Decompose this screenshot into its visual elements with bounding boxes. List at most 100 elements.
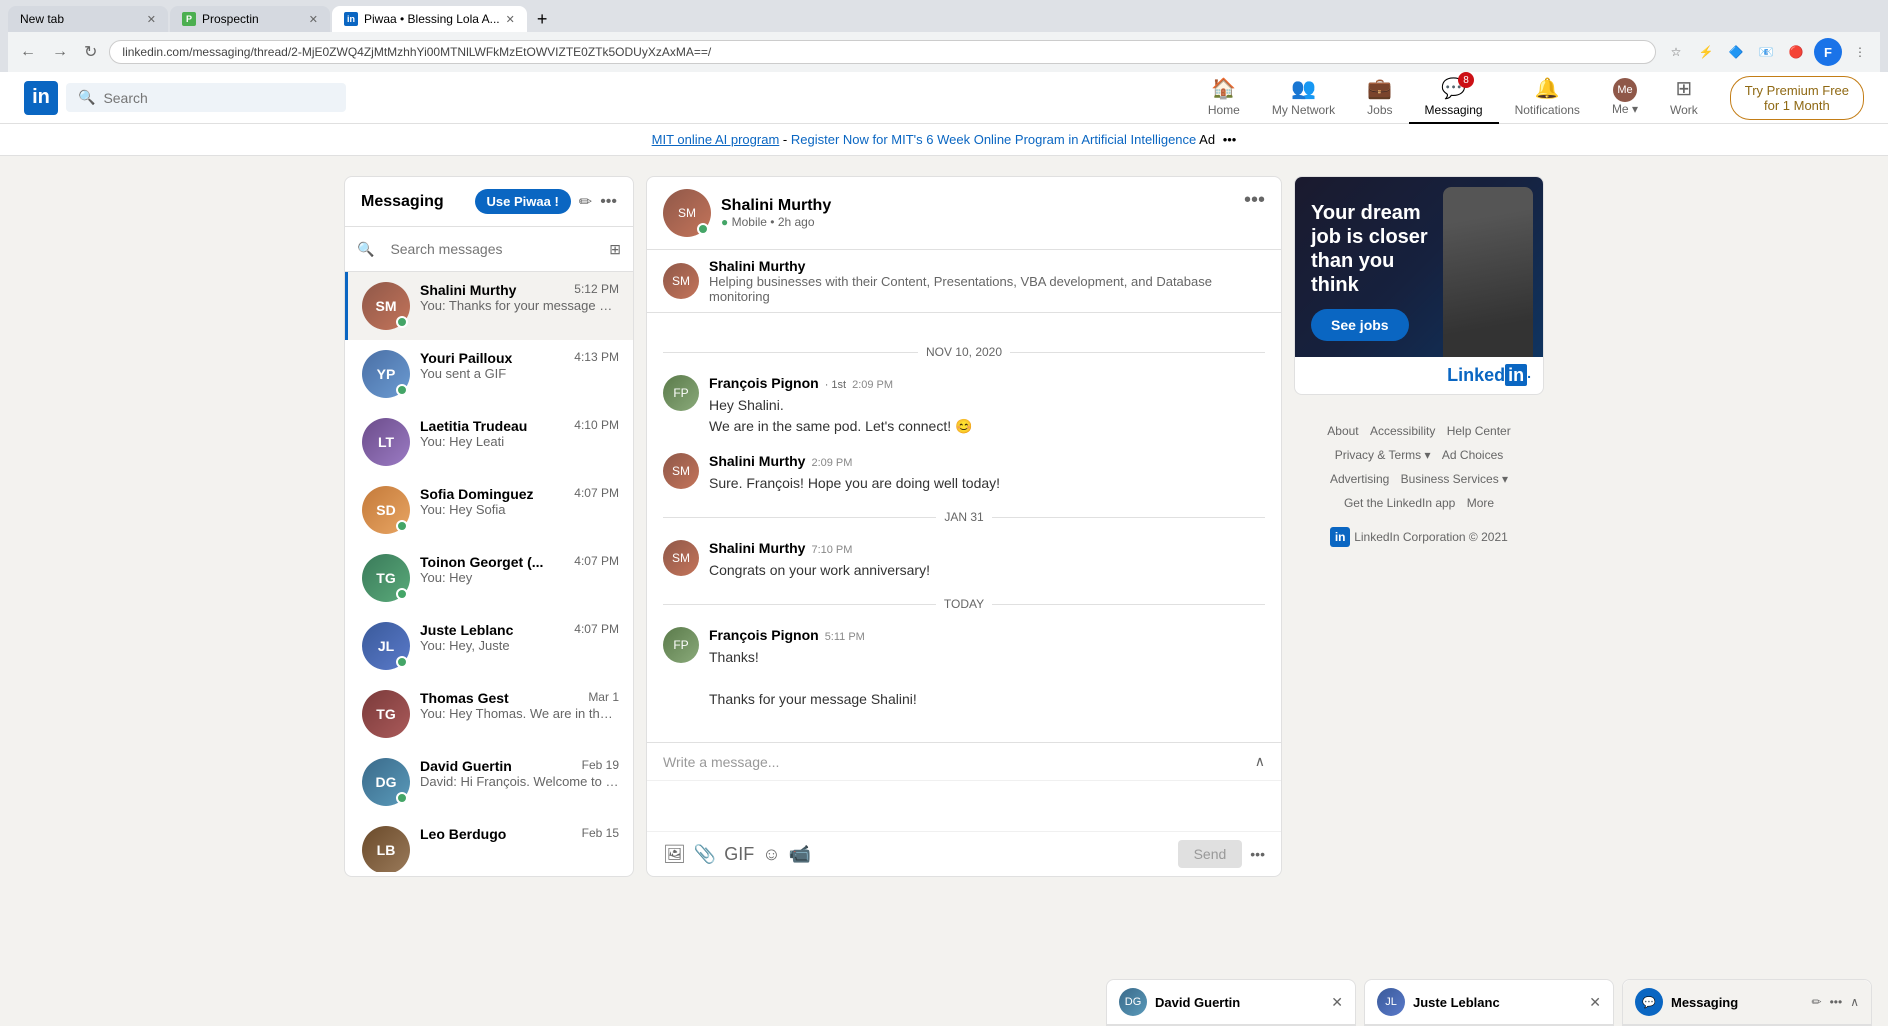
- compose-expand-icon[interactable]: ∧: [1255, 753, 1265, 770]
- premium-button[interactable]: Try Premium Freefor 1 Month: [1730, 76, 1864, 120]
- new-tab-button[interactable]: +: [529, 7, 556, 32]
- footer-adchoices-link[interactable]: Ad Choices: [1442, 448, 1503, 462]
- footer-advertising-link[interactable]: Advertising: [1330, 472, 1389, 486]
- conversation-item-laetitia[interactable]: LT Laetitia Trudeau 4:10 PM You: Hey Lea…: [345, 408, 633, 476]
- search-bar[interactable]: 🔍: [66, 83, 346, 112]
- conv-name: Juste Leblanc 4:07 PM: [420, 622, 619, 638]
- bottom-chat-david: DG David Guertin ✕: [1106, 979, 1356, 1026]
- extension-button[interactable]: ⚡: [1694, 40, 1718, 64]
- conv-name-text: Leo Berdugo: [420, 826, 506, 842]
- footer-business-link[interactable]: Business Services ▾: [1401, 472, 1508, 486]
- bottom-messaging-edit[interactable]: ✏: [1812, 995, 1822, 1009]
- browser-tabs: New tab ✕ P Prospectin ✕ in Piwaa • Bles…: [8, 6, 1880, 32]
- bottom-messaging-more[interactable]: •••: [1830, 995, 1843, 1009]
- conversation-item-shalini[interactable]: SM Shalini Murthy 5:12 PM You: Thanks fo…: [345, 272, 633, 340]
- browser-profile[interactable]: F: [1814, 38, 1842, 66]
- back-button[interactable]: ←: [16, 41, 40, 63]
- extension-button-2[interactable]: 🔷: [1724, 40, 1748, 64]
- bottom-close-juste[interactable]: ✕: [1589, 994, 1601, 1011]
- browser-tab-prospectin[interactable]: P Prospectin ✕: [170, 6, 330, 32]
- reload-button[interactable]: ↻: [80, 40, 101, 64]
- conversation-item-sofia[interactable]: SD Sofia Dominguez 4:07 PM You: Hey Sofi…: [345, 476, 633, 544]
- bottom-close-david[interactable]: ✕: [1331, 994, 1343, 1011]
- use-piwaa-button[interactable]: Use Piwaa !: [475, 189, 571, 214]
- footer-accessibility-link[interactable]: Accessibility: [1370, 424, 1435, 438]
- chat-contact-status: ● Mobile • 2h ago: [721, 215, 831, 229]
- ad-tagline: Your dreamjob is closerthan youthink See…: [1311, 201, 1428, 341]
- search-messages-input[interactable]: [380, 235, 601, 263]
- nav-home[interactable]: 🏠 Home: [1192, 72, 1256, 124]
- conv-avatar-wrap: YP: [362, 350, 410, 398]
- msg-sender-row: Shalini Murthy 2:09 PM: [709, 453, 1265, 469]
- extension-button-3[interactable]: 📧: [1754, 40, 1778, 64]
- nav-work[interactable]: ⊞ Work: [1654, 72, 1714, 124]
- messaging-more-icon[interactable]: •••: [600, 193, 617, 211]
- nav-notifications[interactable]: 🔔 Notifications: [1499, 72, 1596, 124]
- nav-network[interactable]: 👥 My Network: [1256, 72, 1351, 124]
- context-description: Helping businesses with their Content, P…: [709, 274, 1265, 304]
- msg-sender-row: François Pignon · 1st 2:09 PM: [709, 375, 1265, 391]
- compose-placeholder[interactable]: Write a message...: [663, 754, 779, 770]
- footer-more-link[interactable]: More: [1467, 496, 1494, 510]
- video-icon[interactable]: 📹: [789, 844, 811, 865]
- tab-close[interactable]: ✕: [309, 13, 318, 26]
- forward-button[interactable]: →: [48, 41, 72, 63]
- bottom-chat-header-juste[interactable]: JL Juste Leblanc ✕: [1365, 980, 1613, 1025]
- conv-name-text: Youri Pailloux: [420, 350, 512, 366]
- network-icon: 👥: [1291, 76, 1316, 101]
- chat-more-button[interactable]: •••: [1244, 189, 1265, 212]
- footer-about-link[interactable]: About: [1327, 424, 1358, 438]
- more-compose-icon[interactable]: •••: [1250, 846, 1265, 862]
- notifications-icon: 🔔: [1535, 76, 1560, 101]
- browser-toolbar: ← → ↻ linkedin.com/messaging/thread/2-Mj…: [8, 32, 1880, 72]
- footer-app-link[interactable]: Get the LinkedIn app: [1344, 496, 1455, 510]
- conv-name: Laetitia Trudeau 4:10 PM: [420, 418, 619, 434]
- linkedin-badge-bottom: Linkedin .: [1295, 357, 1543, 394]
- chat-contact-details: Shalini Murthy ● Mobile • 2h ago: [721, 197, 831, 229]
- conversation-item-juste[interactable]: JL Juste Leblanc 4:07 PM You: Hey, Juste: [345, 612, 633, 680]
- conversation-item-toinon[interactable]: TG Toinon Georget (... 4:07 PM You: Hey: [345, 544, 633, 612]
- conversation-item-thomas[interactable]: TG Thomas Gest Mar 1 You: Hey Thomas. We…: [345, 680, 633, 748]
- topnav: in 🔍 🏠 Home 👥 My Network 💼 Jobs 💬 8: [0, 72, 1888, 124]
- nav-me[interactable]: Me Me ▾: [1596, 72, 1654, 124]
- nav-messaging[interactable]: 💬 8 Messaging: [1409, 72, 1499, 124]
- ad-link[interactable]: MIT online AI program: [652, 132, 780, 147]
- conv-time: 5:12 PM: [574, 282, 619, 298]
- filter-icon[interactable]: ⊞: [609, 241, 621, 258]
- linkedin-logo[interactable]: in: [24, 81, 58, 115]
- avatar-leo: LB: [362, 826, 410, 872]
- bottom-chat-header-david[interactable]: DG David Guertin ✕: [1107, 980, 1355, 1025]
- gif-icon[interactable]: GIF: [724, 844, 754, 865]
- conversation-item-leo[interactable]: LB Leo Berdugo Feb 15: [345, 816, 633, 872]
- conversation-item-david[interactable]: DG David Guertin Feb 19 David: Hi Franço…: [345, 748, 633, 816]
- conv-info: Leo Berdugo Feb 15: [420, 826, 619, 842]
- nav-jobs[interactable]: 💼 Jobs: [1351, 72, 1408, 124]
- msg-sender-row: Shalini Murthy 7:10 PM: [709, 540, 1265, 556]
- address-bar[interactable]: linkedin.com/messaging/thread/2-MjE0ZWQ4…: [109, 40, 1656, 64]
- footer-privacy-link[interactable]: Privacy & Terms ▾: [1335, 448, 1431, 462]
- bottom-chat-header-messaging[interactable]: 💬 Messaging ✏ ••• ∧: [1623, 980, 1871, 1025]
- ad-see-jobs-button[interactable]: See jobs: [1311, 309, 1409, 341]
- compose-text-area[interactable]: [647, 781, 1281, 831]
- conv-preview: You: Hey Leati: [420, 434, 619, 449]
- extension-button-4[interactable]: 🔴: [1784, 40, 1808, 64]
- me-avatar: Me: [1613, 78, 1637, 102]
- menu-button[interactable]: ⋮: [1848, 40, 1872, 64]
- footer-help-link[interactable]: Help Center: [1447, 424, 1511, 438]
- compose-icon[interactable]: ✏: [579, 192, 592, 212]
- search-input[interactable]: [103, 90, 334, 106]
- chat-messages: NOV 10, 2020 FP François Pignon · 1st 2:…: [647, 313, 1281, 742]
- ad-cta-link[interactable]: Register Now for MIT's 6 Week Online Pro…: [791, 132, 1196, 147]
- conversation-item-youri[interactable]: YP Youri Pailloux 4:13 PM You sent a GIF: [345, 340, 633, 408]
- ad-more-icon[interactable]: •••: [1223, 132, 1237, 147]
- bottom-messaging-expand[interactable]: ∧: [1850, 995, 1859, 1009]
- browser-tab-linkedin[interactable]: in Piwaa • Blessing Lola A... ✕: [332, 6, 527, 32]
- tab-close[interactable]: ✕: [147, 13, 156, 26]
- bookmark-button[interactable]: ☆: [1664, 40, 1688, 64]
- attach-file-icon[interactable]: 📎: [694, 844, 716, 865]
- tab-close[interactable]: ✕: [506, 13, 515, 26]
- emoji-icon[interactable]: ☺: [762, 844, 780, 865]
- browser-tab-new[interactable]: New tab ✕: [8, 6, 168, 32]
- send-button[interactable]: Send: [1178, 840, 1243, 868]
- attach-image-icon[interactable]: 🖼: [663, 844, 686, 865]
